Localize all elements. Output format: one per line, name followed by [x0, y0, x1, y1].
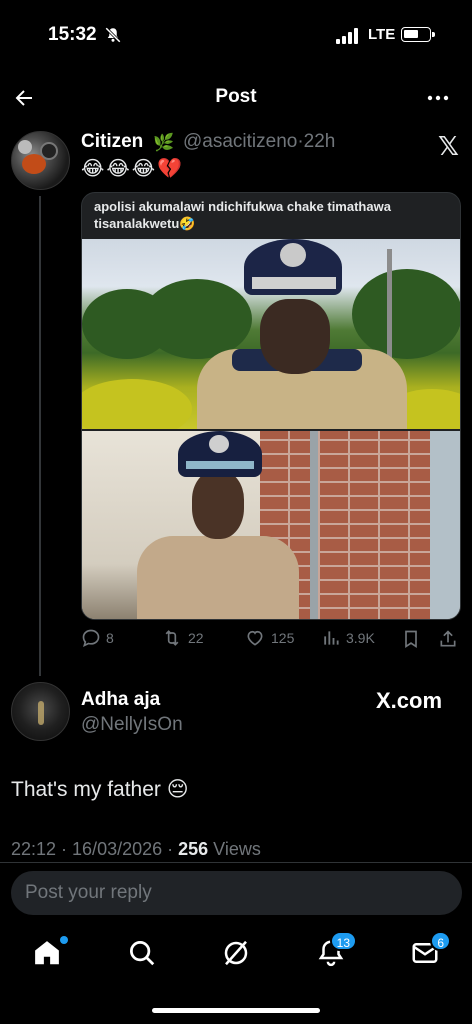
share-icon[interactable] [438, 629, 458, 649]
photo-officer-bottom[interactable] [82, 431, 460, 619]
network-type: LTE [368, 26, 396, 43]
repost-count: 22 [188, 630, 204, 646]
tab-messages[interactable]: 6 [410, 931, 451, 970]
reply-composer[interactable]: Post your reply [11, 871, 462, 915]
views-action[interactable]: 3.9K [321, 628, 375, 648]
reply-icon [82, 629, 100, 648]
notifications-badge: 13 [329, 931, 357, 951]
post-actions: 8 22 125 3.9K [81, 628, 461, 652]
battery-icon [401, 27, 435, 42]
search-icon [130, 941, 155, 966]
bookmark-icon[interactable] [401, 629, 421, 649]
quoted-user-name[interactable]: Citizen [81, 131, 143, 153]
post-meta: 22:12 · 16/03/2026 · 256 Views [11, 839, 261, 860]
avatar[interactable] [11, 131, 70, 190]
tab-home[interactable] [32, 936, 68, 970]
reply-action[interactable]: 8 [81, 628, 114, 648]
divider [0, 862, 472, 863]
home-dot [60, 936, 68, 944]
post-header: Post [0, 78, 472, 118]
like-icon [247, 630, 263, 646]
media-card[interactable]: apolisi akumalawi ndichifukwa chake tima… [81, 192, 461, 620]
photo-officer-top[interactable] [82, 239, 460, 429]
reply-input[interactable]: Post your reply [25, 882, 152, 904]
reply-text: That's my father 😔 [11, 778, 189, 801]
repost-action[interactable]: 22 [161, 628, 204, 648]
like-count: 125 [271, 630, 295, 646]
status-time: 15:32 [48, 24, 97, 45]
grok-icon [224, 940, 248, 966]
leaf-emoji: 🌿 [153, 133, 175, 152]
page-title: Post [215, 86, 257, 107]
view-count: 3.9K [346, 630, 375, 646]
home-indicator [152, 1008, 320, 1013]
post-emojis: 😂😂😂💔 [81, 158, 185, 180]
home-icon [35, 941, 59, 965]
like-action[interactable]: 125 [244, 628, 294, 648]
quoted-user-handle[interactable]: @asacitizeno·22h [183, 131, 335, 153]
post-view-count: 256 [178, 839, 209, 859]
post-datetime: 22:12 · 16/03/2026 · [11, 839, 179, 859]
thread-line [39, 196, 41, 676]
signal-icon [336, 28, 358, 44]
tab-notifications[interactable]: 13 [316, 931, 357, 970]
xcom-brand: X.com [376, 688, 443, 713]
x-logo-icon: 𝕏 [438, 132, 459, 162]
messages-badge: 6 [430, 931, 451, 951]
reply-count: 8 [106, 630, 114, 646]
repost-icon [165, 630, 179, 646]
status-bar: 15:32 LTE [0, 0, 472, 70]
reply-user-handle[interactable]: @NellyIsOn [81, 714, 183, 736]
post-time: 22h [303, 131, 336, 152]
tab-grok[interactable] [221, 938, 253, 970]
more-icon[interactable] [426, 86, 450, 110]
reply-user-name[interactable]: Adha aja [81, 689, 160, 711]
avatar[interactable] [11, 682, 70, 741]
views-icon [324, 631, 339, 645]
views-label: Views [208, 839, 261, 859]
media-caption: apolisi akumalawi ndichifukwa chake tima… [94, 199, 391, 231]
bottom-tab-bar: 13 6 [0, 930, 472, 990]
bell-muted-icon [105, 27, 121, 43]
tab-search[interactable] [127, 938, 159, 970]
